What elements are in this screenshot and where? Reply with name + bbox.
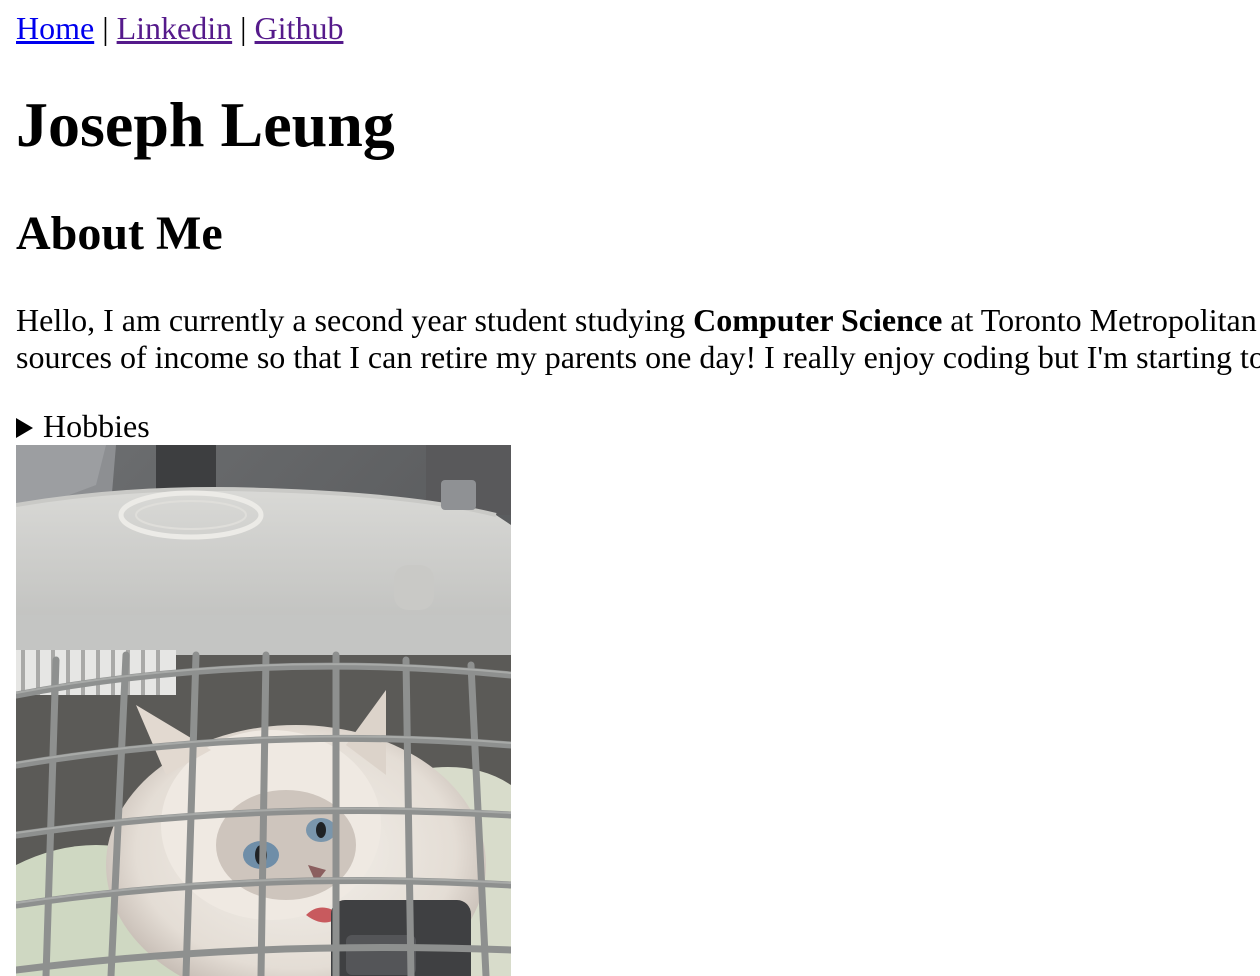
about-text-bold: Computer Science (693, 302, 943, 338)
disclosure-triangle-icon (16, 418, 33, 438)
nav-separator: | (240, 10, 247, 46)
top-nav: Home | Linkedin | Github (16, 9, 343, 47)
cat-photo-illustration (16, 445, 511, 976)
github-link[interactable]: Github (255, 10, 344, 46)
home-link[interactable]: Home (16, 10, 94, 46)
about-line-2: sources of income so that I can retire m… (16, 339, 1260, 375)
cat-photo (16, 445, 511, 976)
linkedin-link[interactable]: Linkedin (117, 10, 233, 46)
about-text-start: Hello, I am currently a second year stud… (16, 302, 694, 338)
nav-separator: | (102, 10, 109, 46)
about-line-1: Hello, I am currently a second year stud… (16, 302, 1260, 339)
about-text-end: at Toronto Metropolitan (942, 302, 1257, 338)
hobbies-toggle[interactable]: Hobbies (16, 407, 150, 445)
hobbies-summary-label: Hobbies (43, 408, 150, 444)
page-title: Joseph Leung (16, 89, 395, 160)
about-paragraph: Hello, I am currently a second year stud… (16, 302, 1260, 376)
page: Home | Linkedin | Github Joseph Leung Ab… (0, 0, 1260, 976)
about-heading: About Me (16, 207, 223, 260)
